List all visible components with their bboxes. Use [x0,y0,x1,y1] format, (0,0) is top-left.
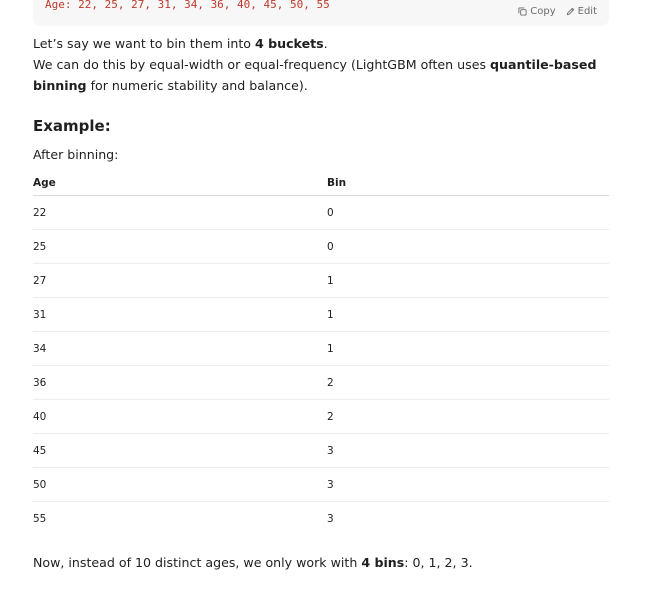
message-content: Age: 22, 25, 27, 31, 34, 36, 40, 45, 50,… [33,0,609,570]
cell-bin: 2 [327,399,609,434]
edit-label: Edit [577,6,597,17]
cell-bin: 1 [327,331,609,366]
cell-bin: 3 [327,467,609,502]
cell-age: 36 [33,365,327,400]
cell-bin: 3 [327,512,334,525]
method-suffix: for numeric stability and balance). [86,78,308,93]
cell-age: 50 [33,467,327,502]
table-row: 55 3 [33,502,609,536]
table-row: 27 1 [33,263,609,298]
code-actions: Copy Edit [518,6,597,17]
table-row: 25 0 [33,229,609,264]
table-row: 34 1 [33,331,609,366]
summary-text: Now, instead of 10 distinct ages, we onl… [33,555,362,570]
copy-label: Copy [530,6,556,17]
cell-bin: 1 [327,297,609,332]
cell-age: 40 [33,399,327,434]
table-row: 50 3 [33,467,609,502]
cell-bin: 2 [327,365,609,400]
after-binning-text: After binning: [33,147,119,162]
code-line: Age: 22, 25, 27, 31, 34, 36, 40, 45, 50,… [45,0,330,11]
table-header-row: Age Bin [33,170,609,196]
table-row: 31 1 [33,297,609,332]
summary-paragraph: Now, instead of 10 distinct ages, we onl… [33,552,609,573]
table-row: 36 2 [33,365,609,400]
cell-bin: 1 [327,263,609,298]
cell-age: 55 [33,512,47,525]
method-paragraph: We can do this by equal-width or equal-f… [33,54,609,96]
cell-bin: 0 [327,195,609,230]
cell-bin: 3 [327,433,609,468]
copy-icon [518,7,527,16]
cell-age: 27 [33,263,327,298]
table-row: 45 3 [33,433,609,468]
cell-age: 31 [33,297,327,332]
intro-suffix: . [323,36,328,51]
cell-age: 45 [33,433,327,468]
table-row: 22 0 [33,195,609,230]
example-heading: Example: [33,117,111,135]
cell-age: 22 [33,195,327,230]
intro-bold: 4 buckets [254,36,324,51]
copy-button[interactable]: Copy [518,6,556,17]
edit-icon [566,7,575,16]
summary-suffix: : 0, 1, 2, 3. [404,555,473,570]
summary-bold: 4 bins [361,555,405,570]
cell-age: 25 [33,229,327,264]
header-age: Age [33,170,327,196]
binning-table: Age Bin 22 0 25 0 27 1 31 1 34 1 36 2 40… [33,170,609,535]
intro-paragraph: Let’s say we want to bin them into 4 buc… [33,33,609,54]
header-bin: Bin [327,170,609,196]
code-block: Age: 22, 25, 27, 31, 34, 36, 40, 45, 50,… [33,0,609,26]
table-row: 40 2 [33,399,609,434]
intro-text: Let’s say we want to bin them into [33,36,255,51]
edit-button[interactable]: Edit [566,6,597,17]
cell-age: 34 [33,331,327,366]
method-text: We can do this by equal-width or equal-f… [33,57,491,72]
cell-bin: 0 [327,229,609,264]
